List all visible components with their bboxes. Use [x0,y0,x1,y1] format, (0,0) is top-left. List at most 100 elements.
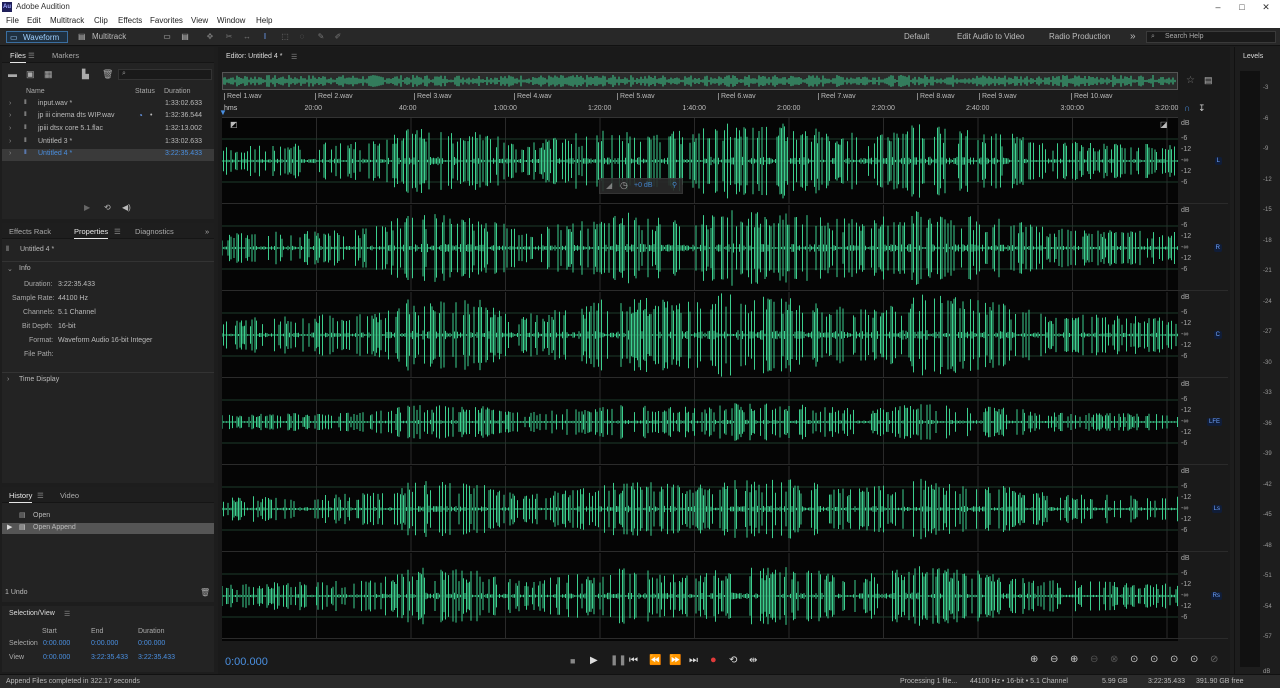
marquee-tool-icon[interactable]: ⬚ [280,32,290,42]
reel-marker[interactable]: Reel 8.wav [917,93,955,100]
editor-tab-title[interactable]: Editor: Untitled 4 * [226,53,282,60]
tab-properties[interactable]: Properties [74,227,109,239]
reel-marker[interactable]: Reel 2.wav [315,93,353,100]
file-row[interactable]: › ⫴ input.wav * 1:33:02.633 [2,99,214,111]
zoom-in-time-icon[interactable]: ⊕ [1070,654,1078,665]
maximize-button[interactable]: □ [1230,0,1254,14]
tab-markers[interactable]: Markers [52,51,79,60]
file-row-selected[interactable]: › ⫴ Untitled 4 * 3:22:35.433 [2,149,214,161]
channel-track[interactable] [221,118,1178,204]
go-to-start-button[interactable]: ⏮ [629,655,638,666]
file-row[interactable]: › ⫴ Untitled 3 * 1:33:02.633 [2,137,214,149]
slip-tool-icon[interactable]: ↔ [242,32,252,42]
lasso-tool-icon[interactable]: ◌ [297,32,307,42]
open-file-icon[interactable]: ▬ [8,69,17,79]
reel-marker[interactable]: Reel 5.wav [617,93,655,100]
overview-navigator[interactable] [222,72,1178,90]
menu-view[interactable]: View [191,16,208,25]
stop-button[interactable]: ■ [570,656,575,666]
new-file-icon[interactable]: ▦ [44,69,53,80]
channel-track[interactable] [221,466,1178,552]
amplitude-scale[interactable]: dB -6 -12 -∞ -12 -6 LFE [1178,379,1228,465]
loop-playback-button[interactable]: ⟲ [729,655,737,666]
channel-track[interactable] [221,205,1178,291]
menu-help[interactable]: Help [256,16,272,25]
channel-label[interactable]: L [1214,157,1222,165]
view-end[interactable]: 3:22:35.433 [91,654,128,661]
channel-label[interactable]: Ls [1211,505,1222,513]
time-selection-tool-icon[interactable]: I [260,32,270,42]
menu-multitrack[interactable]: Multitrack [50,16,84,25]
menu-favorites[interactable]: Favorites [150,16,183,25]
view-duration[interactable]: 3:22:35.433 [138,654,175,661]
fast-forward-button[interactable]: ⏩ [669,655,681,666]
amplitude-scale[interactable]: dB -6 -12 -∞ -12 -6 R [1178,205,1228,291]
workspace-default[interactable]: Default [904,31,929,43]
go-to-end-button[interactable]: ⏭ [689,655,698,666]
play-button[interactable]: ▶ [590,655,598,666]
time-display-section-header[interactable]: › Time Display [2,372,214,386]
workspace-edit-audio-to-video[interactable]: Edit Audio to Video [957,31,1024,43]
channel-label[interactable]: C [1213,331,1222,339]
import-file-icon[interactable]: ▣ [26,69,35,80]
file-row[interactable]: › ⫴ jp iii cinema dts WIP.wav ◔ • 1:32:3… [2,111,214,123]
reel-marker[interactable]: Reel 9.wav [979,93,1017,100]
tab-history[interactable]: History [9,491,33,503]
hud-gain-control[interactable]: ◢ ◷ +0 dB ⚲ [599,178,683,194]
info-section-header[interactable]: ⌄ Info [2,261,214,275]
panel-menu-icon[interactable]: ☰ [291,53,297,61]
spectral-frequency-icon[interactable]: ▭ [162,32,172,42]
file-row[interactable]: › ⫴ jpiii dtsx core 5.1.flac 1:32:13.002 [2,124,214,136]
more-panels-icon[interactable]: » [205,227,209,236]
reel-marker[interactable]: Reel 4.wav [514,93,552,100]
tab-files[interactable]: Files [10,51,26,63]
selection-duration[interactable]: 0:00.000 [138,640,165,647]
column-duration[interactable]: Duration [164,88,190,95]
expand-arrow-icon[interactable]: › [9,100,11,107]
channel-track[interactable] [221,292,1178,378]
channel-track[interactable] [221,553,1178,639]
column-status[interactable]: Status [135,88,155,95]
workspace-radio-production[interactable]: Radio Production [1049,31,1110,43]
hud-pin-icon[interactable]: ⚲ [672,181,677,189]
zoom-navigator-icon[interactable]: ☆ [1186,75,1195,86]
zoom-out-amplitude-icon[interactable]: ⊖ [1050,654,1058,665]
selection-start[interactable]: 0:00.000 [43,640,70,647]
zoom-in-at-end-icon[interactable]: ⊙ [1150,654,1158,665]
gain-knob-icon[interactable]: ◷ [620,180,628,191]
channel-track[interactable] [221,379,1178,465]
menu-clip[interactable]: Clip [94,16,108,25]
insert-icon[interactable]: ▙ [82,69,89,80]
amplitude-scale[interactable]: dB -6 -12 -∞ -12 -6 Rs [1178,553,1228,639]
tab-video[interactable]: Video [60,491,79,500]
reel-marker[interactable]: Reel 10.wav [1071,93,1113,100]
autoplay-icon[interactable]: ◀) [122,203,131,212]
channel-label[interactable]: LFE [1206,418,1222,426]
selection-end[interactable]: 0:00.000 [91,640,118,647]
brush-tool-icon[interactable]: ✎ [316,32,326,42]
tab-effects-rack[interactable]: Effects Rack [9,227,51,236]
reel-marker[interactable]: Reel 1.wav [224,93,262,100]
zoom-out-full-icon[interactable]: ⊗ [1110,654,1118,665]
panel-menu-icon[interactable]: ☰ [114,227,121,236]
panel-menu-icon[interactable]: ☰ [37,491,44,500]
zoom-in-at-start-icon[interactable]: ⊙ [1130,654,1138,665]
zoom-in-amplitude-icon[interactable]: ⊕ [1030,654,1038,665]
overview-options-icon[interactable]: ▤ [1204,75,1213,86]
amplitude-scale[interactable]: dB -6 -12 -∞ -12 -6 L [1178,118,1228,204]
pause-button[interactable]: ❚❚ [610,655,627,666]
close-button[interactable]: ✕ [1254,0,1278,14]
panel-menu-icon[interactable]: ☰ [64,610,70,618]
expand-arrow-icon[interactable]: › [9,138,11,145]
time-ruler[interactable]: Reel 1.wav Reel 2.wav Reel 3.wav Reel 4.wav… [219,91,1206,118]
play-preview-icon[interactable]: ▶ [84,203,90,212]
multitrack-view-button[interactable]: ▤ Multitrack [76,31,138,43]
history-item-current[interactable]: ▶ ▤ Open Append [2,523,214,534]
amplitude-scale[interactable]: dB -6 -12 -∞ -12 -6 Ls [1178,466,1228,552]
expand-arrow-icon[interactable]: › [9,112,11,119]
reel-marker[interactable]: Reel 6.wav [718,93,756,100]
zoom-reset-icon[interactable]: ⊘ [1210,654,1218,665]
channel-label[interactable]: Rs [1210,592,1222,600]
record-button[interactable]: ● [710,654,717,666]
loop-preview-icon[interactable]: ⟲ [104,203,111,212]
